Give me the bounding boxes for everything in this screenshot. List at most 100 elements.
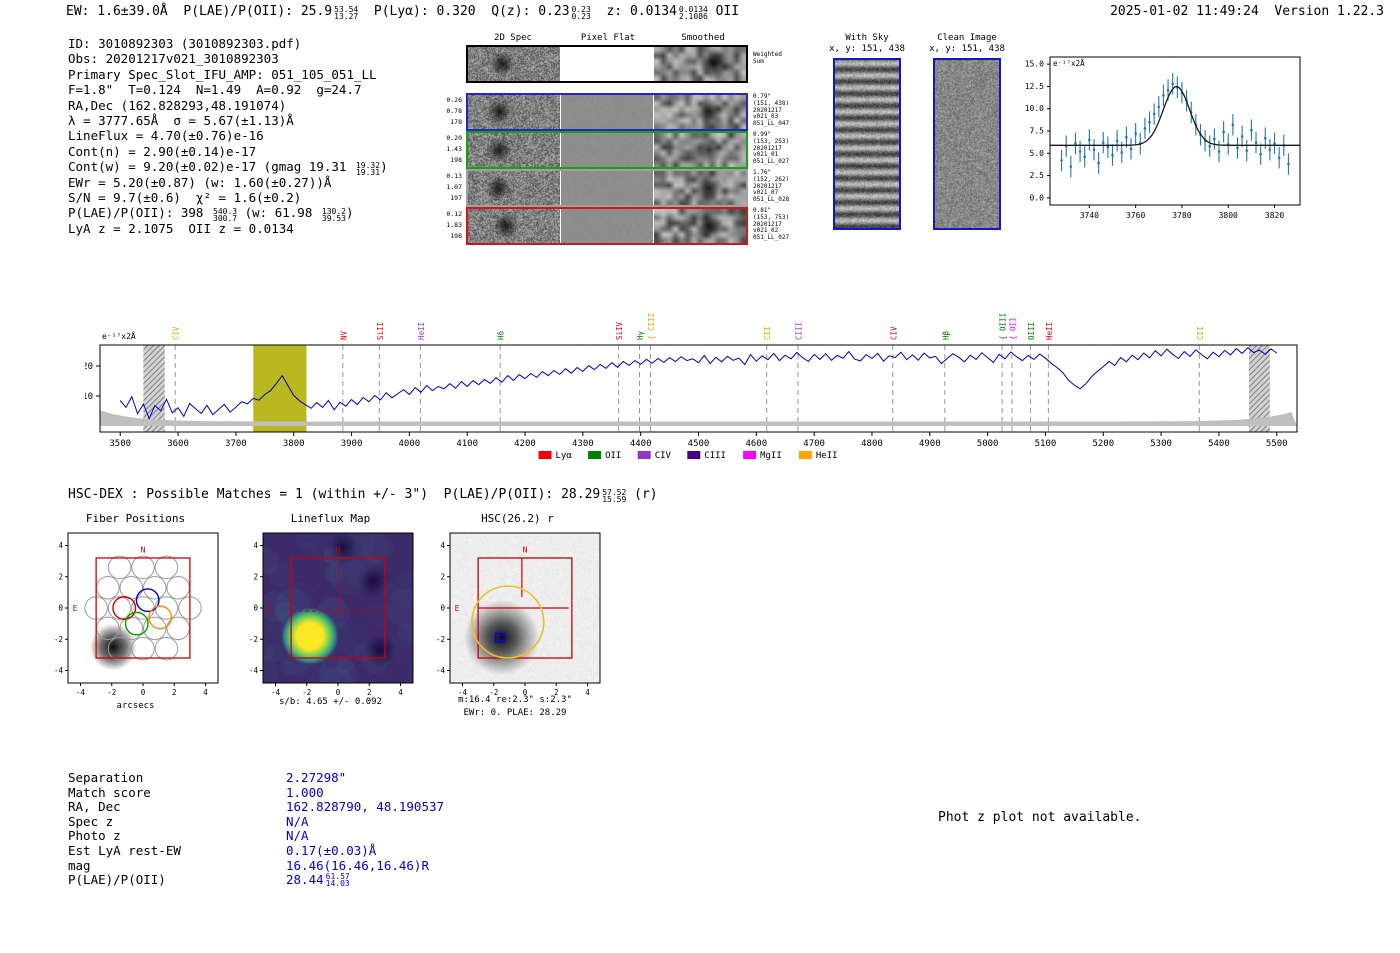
cutout-row	[466, 169, 748, 207]
stacked-range: 53.54 13.27	[334, 6, 358, 20]
match-field-label: Photo z	[68, 829, 286, 844]
svg-text:2: 2	[440, 572, 445, 581]
info-line: Obs: 20201217v021_3010892303	[68, 51, 388, 66]
svg-text:3740: 3740	[1080, 211, 1099, 220]
cutout-row	[466, 93, 748, 131]
svg-text:3760: 3760	[1126, 211, 1145, 220]
cutout-column-header-smoothed: Smoothed	[656, 33, 750, 43]
svg-text:HeII: HeII	[816, 451, 838, 461]
match-field-label: mag	[68, 859, 286, 874]
text-segment: P(LAE)/P(OII): 398	[68, 205, 211, 220]
full-spectrum-plot: CIV NV SiII HeII Hδ SiIV Hγ{ CIII CII CIII CIV Hβ {…	[85, 272, 1320, 470]
info-line: ID: 3010892303 (3010892303.pdf)	[68, 36, 388, 51]
svg-text:4800: 4800	[861, 439, 883, 449]
text-segment: )	[380, 159, 388, 174]
svg-text:0: 0	[141, 688, 146, 697]
cutout-cell-pixelflat	[561, 209, 653, 243]
line-fit-plot: 0.02.55.07.510.012.515.03740 3760 3780 3800…	[1005, 48, 1325, 230]
svg-text:-2: -2	[302, 688, 311, 697]
cutout-row-annotations: Weighted Sum 0.79" (151, 438) 20201217 v021_0…	[753, 45, 825, 245]
svg-text:5200: 5200	[1092, 439, 1114, 449]
svg-text:-2: -2	[107, 688, 116, 697]
svg-text:CIII: CIII	[794, 322, 803, 340]
cutout-cell-smoothed	[654, 47, 746, 81]
svg-text:10.0: 10.0	[1025, 104, 1044, 113]
svg-text:N: N	[336, 546, 341, 555]
match-field-value: 16.46(16.46,16.46)R	[286, 859, 429, 874]
svg-text:0: 0	[58, 604, 63, 613]
text-segment: S/N = 9.7(±0.6) χ² = 1.6(±0.2)	[68, 190, 301, 205]
svg-text:5400: 5400	[1208, 439, 1230, 449]
svg-text:N: N	[523, 546, 528, 555]
svg-text:3900: 3900	[341, 439, 363, 449]
svg-text:CIII: CIII	[704, 451, 726, 461]
svg-text:4400: 4400	[630, 439, 652, 449]
svg-text:Hγ: Hγ	[636, 330, 645, 340]
text-segment: LineFlux = 4.70(±0.76)e-16	[68, 128, 264, 143]
withsky-title: With Sky	[830, 33, 904, 43]
svg-text:E: E	[455, 604, 460, 613]
svg-text:e⁻¹⁷x2Å: e⁻¹⁷x2Å	[102, 330, 136, 341]
stacked-range: 19.32 19.31	[356, 162, 380, 176]
text-segment: Primary Spec_Slot_IFU_AMP: 051_105_051_L…	[68, 67, 377, 82]
text-segment: (r)	[626, 487, 657, 502]
hsc-cutout-title: HSC(26.2) r	[420, 512, 615, 525]
match-row: Photo z N/A	[68, 829, 444, 844]
match-row: mag 16.46(16.46,16.46)R	[68, 859, 444, 874]
text-segment: Cont(w) = 9.20(±0.02)e-17 (gmag 19.31	[68, 159, 354, 174]
info-line: F=1.8" T=0.124 N=1.49 A=0.92 g=24.7	[68, 82, 388, 97]
withsky-image	[833, 58, 901, 230]
photz-note: Phot z plot not available.	[938, 809, 1142, 826]
match-field-value: 28.44	[286, 873, 324, 888]
match-field-label: Spec z	[68, 815, 286, 830]
fiber-map-xlabel: arcsecs	[38, 701, 233, 711]
cutout-column-header-2dspec: 2D Spec	[466, 33, 560, 43]
match-field-value: N/A	[286, 829, 309, 844]
svg-text:-4: -4	[54, 666, 64, 675]
text-segment: EWr = 5.20(±0.87) (w: 1.60(±0.27))Å	[68, 175, 331, 190]
text-segment: OII	[708, 4, 739, 19]
svg-text:Lyα: Lyα	[556, 451, 573, 461]
cutout-cell-smoothed	[654, 95, 746, 129]
cutout-column-header-pixelflat: Pixel Flat	[561, 33, 655, 43]
cutout-row-stat: 0.12 1.83 198	[432, 207, 462, 242]
svg-text:5100: 5100	[1035, 439, 1057, 449]
svg-text:N: N	[141, 546, 146, 555]
svg-text:{ CIII: { CIII	[647, 313, 656, 340]
cutout-row-stat: 0.20 1.43 198	[432, 131, 462, 166]
match-field-value: 0.17(±0.03)Å	[286, 844, 376, 859]
match-field-label: RA, Dec	[68, 800, 286, 815]
svg-text:CII: CII	[763, 326, 772, 340]
cutout-cell-smoothed	[654, 209, 746, 243]
cutout-row	[466, 207, 748, 245]
match-row: Separation 2.27298"	[68, 771, 444, 786]
info-line: LineFlux = 4.70(±0.76)e-16	[68, 128, 388, 143]
lineflux-map-title: Lineflux Map	[233, 512, 428, 525]
svg-text:5000: 5000	[977, 439, 999, 449]
svg-text:CIV: CIV	[172, 326, 181, 340]
cutout-cell-pixelflat	[561, 171, 653, 205]
svg-text:CIV: CIV	[889, 326, 898, 340]
stacked-range: 0.0134 2.1086	[679, 6, 708, 20]
text-segment: EW: 1.6±39.0Å P(LAE)/P(OII):	[66, 4, 301, 19]
svg-text:4000: 4000	[399, 439, 421, 449]
cutout-cell-2dspec	[468, 47, 560, 81]
svg-text:E: E	[73, 604, 78, 613]
svg-text:2: 2	[367, 688, 372, 697]
svg-text:5.0: 5.0	[1030, 149, 1045, 158]
stacked-range: 57.52 15.59	[602, 489, 626, 503]
svg-text:MgII: MgII	[760, 451, 782, 461]
match-table: Separation 2.27298" Match score 1.000 RA, De…	[68, 771, 444, 888]
summary-header: EW: 1.6±39.0Å P(LAE)/P(OII): 25.9 53.54 13…	[66, 3, 739, 20]
info-line: Primary Spec_Slot_IFU_AMP: 051_105_051_L…	[68, 67, 388, 82]
value: 0.0134	[630, 4, 677, 19]
cutout-cell-pixelflat	[561, 47, 653, 81]
svg-text:3500: 3500	[109, 439, 131, 449]
text-segment: Obs: 20201217v021_3010892303	[68, 51, 279, 66]
cutout-row-annotation: Weighted Sum	[753, 52, 823, 66]
lineflux-map-overlay: -4 -4 -2 -2 0 0 2 2 4 4 N E	[233, 528, 428, 700]
hsc-caption-magnitude: m:16.4 re:2.3" s:2.3"	[415, 695, 615, 705]
svg-text:e⁻¹⁷x2Å: e⁻¹⁷x2Å	[1053, 59, 1085, 68]
cutout-cell-smoothed	[654, 133, 746, 167]
svg-text:3820: 3820	[1265, 211, 1284, 220]
